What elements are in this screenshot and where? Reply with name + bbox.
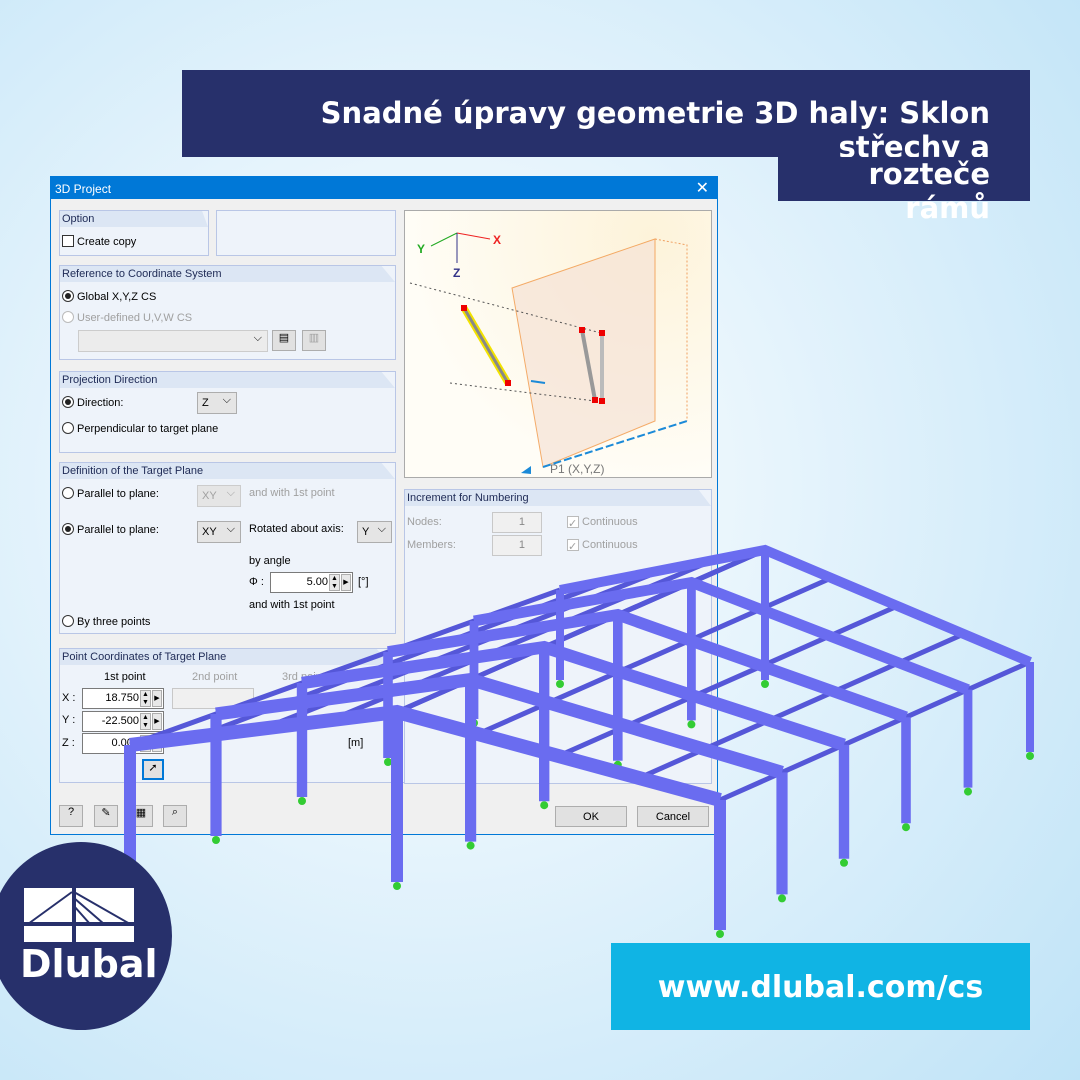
support-icon — [716, 930, 724, 938]
support-icon — [902, 823, 910, 832]
headline-line-2: rozteče rámů — [778, 157, 1030, 225]
support-icon — [393, 882, 401, 890]
bridge-logo-icon — [24, 888, 134, 942]
support-icon — [761, 680, 769, 688]
support-icon — [964, 787, 972, 796]
support-icon — [556, 680, 564, 688]
support-icon — [778, 894, 786, 903]
support-icon — [840, 858, 848, 867]
headline-line-1: Snadné úpravy geometrie 3D haly: Sklon s… — [182, 70, 1030, 164]
support-icon — [1026, 752, 1034, 760]
support-icon — [540, 801, 549, 810]
rafter — [559, 544, 1032, 667]
brand-name: Dlubal — [20, 942, 158, 986]
support-icon — [466, 841, 475, 850]
support-icon — [384, 758, 392, 766]
support-icon — [298, 797, 306, 805]
website-url[interactable]: www.dlubal.com/cs — [611, 943, 1030, 1030]
support-icon — [212, 836, 220, 844]
support-icon — [687, 720, 696, 729]
purlin — [557, 603, 899, 759]
